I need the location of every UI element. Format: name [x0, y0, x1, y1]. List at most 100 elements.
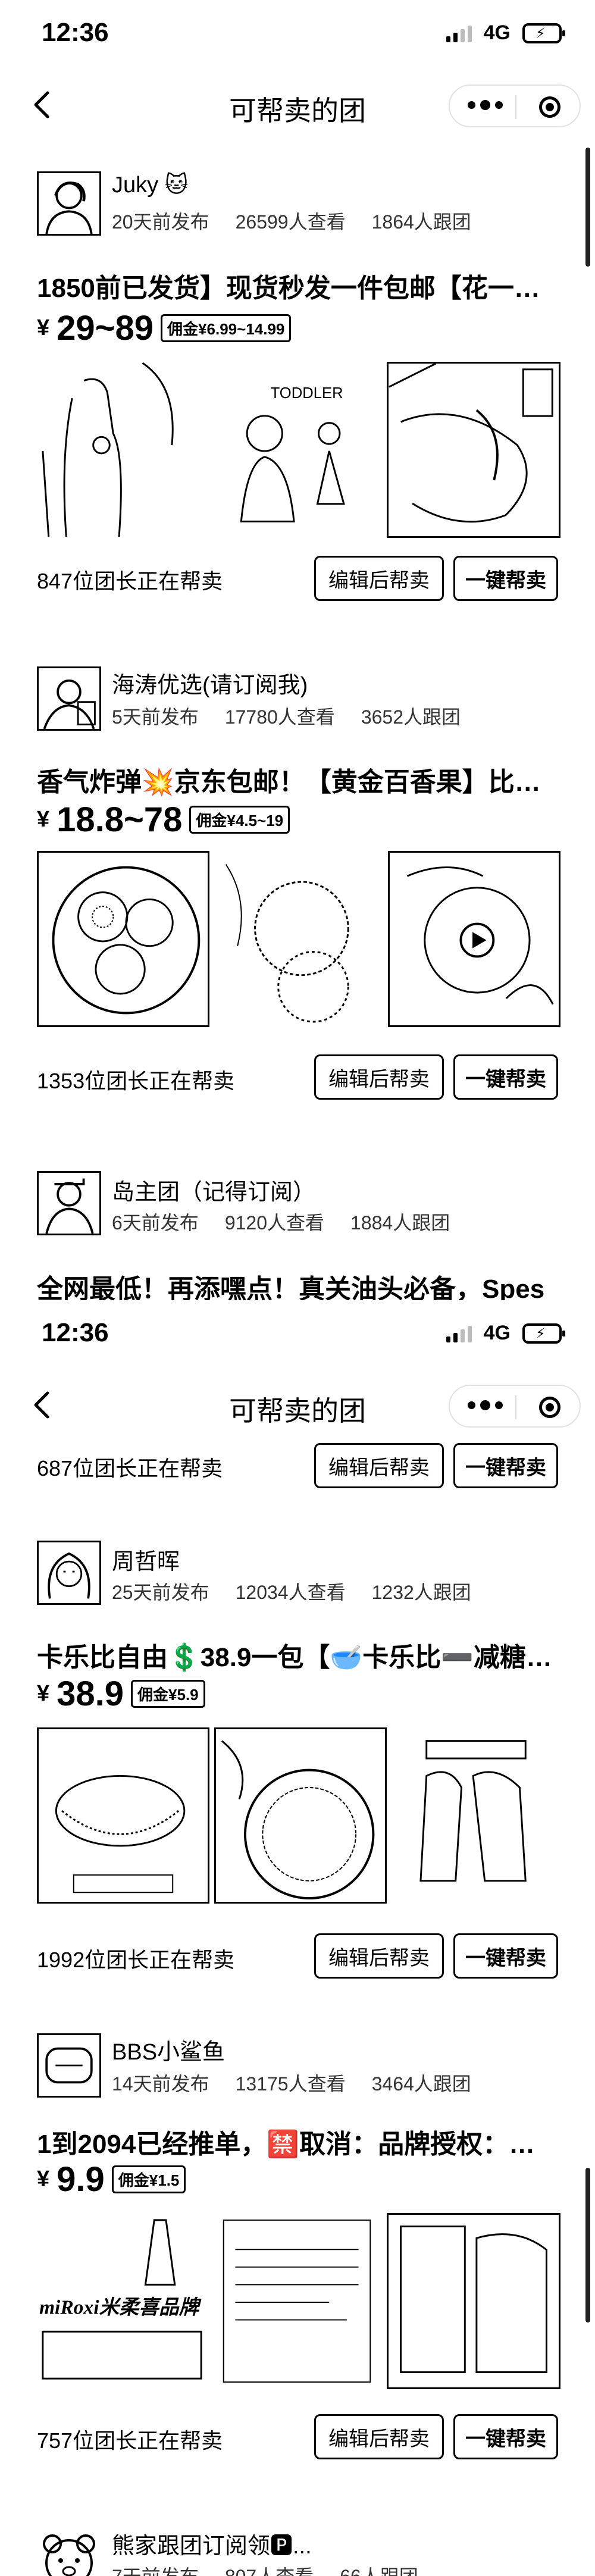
product-image[interactable] [212, 2213, 382, 2389]
close-miniprogram-icon[interactable] [539, 96, 560, 118]
battery-icon: ⚡ [522, 23, 565, 43]
cat-icon: 🐱 [164, 173, 189, 198]
commission-badge: 佣金¥6.99~14.99 [161, 314, 292, 342]
signal-icon [446, 1325, 472, 1342]
commission-badge: 佣金¥5.9 [131, 1680, 205, 1708]
product-image[interactable]: miRoxi米柔喜品牌 [37, 2213, 207, 2389]
post-title[interactable]: 1850前已发货】现货秒发一件包邮【花一件的... [37, 267, 560, 305]
price: 29~89 [57, 309, 154, 348]
network-label: 4G [483, 1322, 511, 1344]
price: 9.9 [57, 2160, 105, 2199]
author-name[interactable]: 周哲晖 [112, 1543, 180, 1576]
currency-symbol: ¥ [37, 2167, 50, 2192]
commission-badge: 佣金¥1.5 [111, 2165, 186, 2193]
network-label: 4G [483, 21, 511, 44]
one-click-sell-button[interactable]: 一键帮卖 [453, 556, 558, 601]
author-name-text: Juky [112, 173, 159, 198]
product-image[interactable] [388, 851, 560, 1027]
post-meta: 6天前发布 9120人查看 1884人跟团 [112, 1208, 450, 1235]
post-time: 5天前发布 [112, 706, 199, 728]
avatar[interactable] [37, 2527, 101, 2576]
battery-icon: ⚡ [522, 1323, 565, 1344]
commission-badge: 佣金¥4.5~19 [189, 806, 290, 834]
scrollbar[interactable] [585, 2168, 590, 2323]
one-click-sell-button[interactable]: 一键帮卖 [453, 1443, 558, 1488]
avatar[interactable] [37, 171, 101, 236]
currency-symbol: ¥ [37, 315, 50, 340]
avatar[interactable] [37, 1541, 101, 1605]
close-miniprogram-icon[interactable] [539, 1397, 560, 1418]
post-time: 14天前发布 [112, 2073, 209, 2095]
product-image[interactable] [37, 362, 207, 538]
post-title[interactable]: 全网最低！再添嘿点！真关油头必备，Spes [37, 1267, 544, 1300]
price-row: ¥ 18.8~78 佣金¥4.5~19 [37, 800, 290, 840]
screenshot-upper: 12:36 4G ⚡ 可帮卖的团 Juky 🐱 20天前发布 26599人查看 [0, 0, 595, 1300]
product-image[interactable] [387, 362, 560, 538]
avatar[interactable] [37, 666, 101, 731]
product-image[interactable] [37, 851, 209, 1027]
one-click-sell-button[interactable]: 一键帮卖 [453, 2414, 558, 2459]
helper-count: 847位团长正在帮卖 [37, 569, 223, 593]
edit-then-sell-button[interactable]: 编辑后帮卖 [314, 1054, 444, 1100]
product-image[interactable] [37, 1727, 209, 1904]
brand-text: miRoxi米柔喜品牌 [39, 2297, 202, 2319]
mini-program-capsule [449, 1385, 581, 1428]
mini-program-capsule [449, 84, 581, 127]
more-icon[interactable] [468, 100, 503, 110]
post-title[interactable]: 1到2094已经推单，🈲取消：品牌授权：小花... [37, 2123, 560, 2161]
price: 18.8~78 [57, 800, 183, 839]
edit-then-sell-button[interactable]: 编辑后帮卖 [314, 1443, 444, 1488]
status-time: 12:36 [42, 1318, 109, 1347]
product-images: miRoxi米柔喜品牌 [37, 2213, 560, 2389]
avatar[interactable] [37, 2033, 101, 2098]
follower-count: 66人跟团 [340, 2562, 418, 2576]
scrollbar[interactable] [585, 148, 590, 267]
follower-count: 1884人跟团 [350, 1212, 450, 1234]
product-image[interactable] [214, 851, 383, 1027]
author-name[interactable]: BBS小鲨鱼 [112, 2033, 225, 2066]
one-click-sell-button[interactable]: 一键帮卖 [453, 1933, 558, 1979]
edit-then-sell-button[interactable]: 编辑后帮卖 [314, 556, 444, 601]
edit-then-sell-button[interactable]: 编辑后帮卖 [314, 1933, 444, 1979]
product-image[interactable] [392, 1727, 560, 1904]
view-count: 807人查看 [225, 2562, 314, 2576]
post-time: 25天前发布 [112, 1582, 209, 1603]
author-name[interactable]: Juky 🐱 [112, 171, 188, 198]
product-image[interactable]: TODDLER [212, 362, 382, 538]
follower-count: 1232人跟团 [371, 1582, 471, 1603]
edit-then-sell-button[interactable]: 编辑后帮卖 [314, 2414, 444, 2459]
one-click-sell-button[interactable]: 一键帮卖 [453, 1054, 558, 1100]
image-caption: TODDLER [271, 385, 343, 402]
group-list[interactable]: 687位团长正在帮卖 编辑后帮卖 一键帮卖 周哲晖 25天前发布 12034人查… [0, 1442, 595, 2576]
avatar[interactable] [37, 1171, 101, 1235]
currency-symbol: ¥ [37, 1681, 50, 1706]
more-icon[interactable] [468, 1400, 503, 1410]
author-name[interactable]: 熊家跟团订阅领🅿... [112, 2527, 312, 2560]
signal-icon [446, 24, 472, 42]
post-title[interactable]: 香气炸弹💥京东包邮！【黄金百香果】比紫... [37, 760, 560, 799]
view-count: 13175人查看 [235, 2073, 346, 2095]
post-meta: 7天前发布 807人查看 66人跟团 [112, 2562, 418, 2576]
status-bar: 12:36 4G ⚡ [0, 1300, 595, 1372]
view-count: 12034人查看 [235, 1582, 346, 1603]
price: 38.9 [57, 1674, 124, 1713]
helper-count: 757位团长正在帮卖 [37, 2428, 223, 2453]
author-name[interactable]: 岛主团（记得订阅） [112, 1173, 315, 1206]
status-indicators: 4G ⚡ [446, 21, 565, 45]
product-image[interactable] [214, 1727, 387, 1904]
group-list[interactable]: Juky 🐱 20天前发布 26599人查看 1864人跟团 1850前已发货】… [0, 142, 595, 1300]
product-image[interactable] [387, 2213, 560, 2389]
product-images [37, 1727, 560, 1904]
post-time: 6天前发布 [112, 1212, 199, 1234]
post-meta: 14天前发布 13175人查看 3464人跟团 [112, 2069, 471, 2096]
post-meta: 5天前发布 17780人查看 3652人跟团 [112, 702, 461, 730]
post-title[interactable]: 卡乐比自由💲38.9一包【🥣卡乐比➖减糖水... [37, 1636, 560, 1674]
helper-count: 1353位团长正在帮卖 [37, 1069, 235, 1093]
author-name[interactable]: 海涛优选(请订阅我) [112, 666, 308, 699]
post-meta: 25天前发布 12034人查看 1232人跟团 [112, 1577, 471, 1605]
product-images: TODDLER [37, 362, 560, 538]
follower-count: 3464人跟团 [371, 2073, 471, 2095]
post-time: 20天前发布 [112, 211, 209, 233]
helper-count: 1992位团长正在帮卖 [37, 1948, 235, 1972]
view-count: 26599人查看 [235, 211, 346, 233]
